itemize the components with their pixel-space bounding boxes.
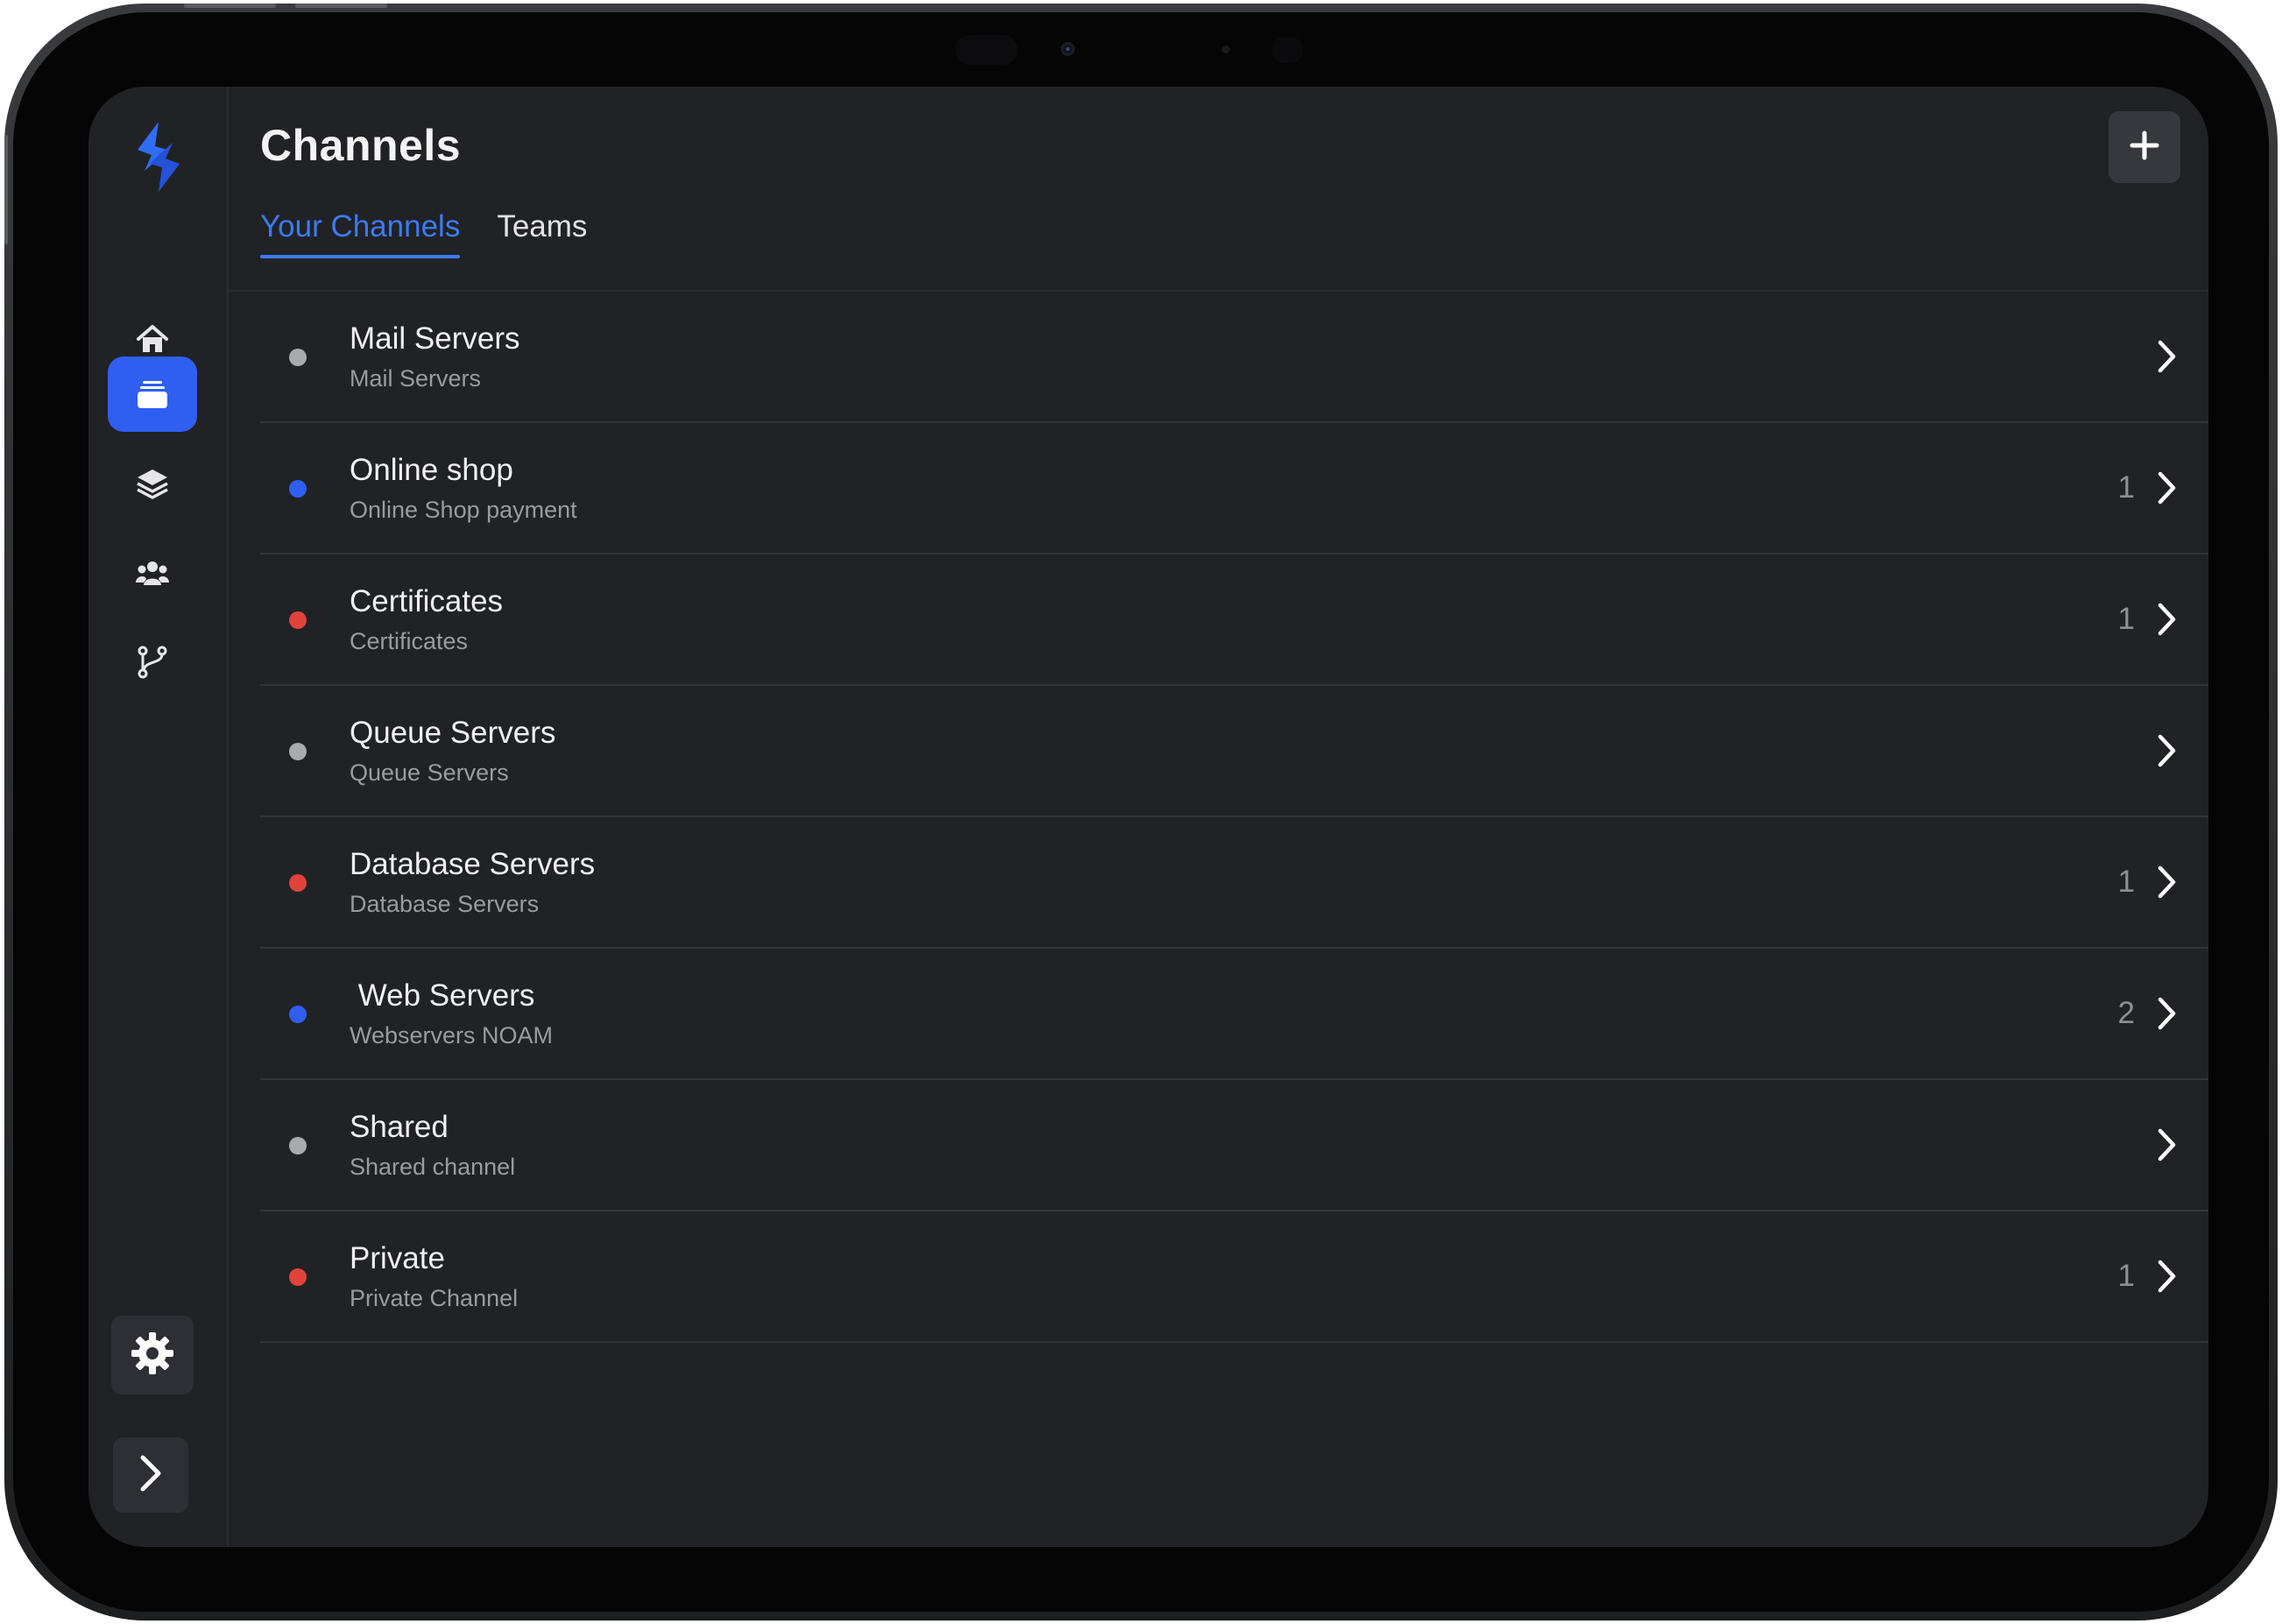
branch-icon xyxy=(135,645,170,680)
sidebar-item-channels[interactable] xyxy=(108,357,197,432)
channel-name: Mail Servers xyxy=(350,321,520,356)
channel-row[interactable]: Queue Servers Queue Servers xyxy=(260,686,2208,817)
home-icon xyxy=(135,322,170,357)
channel-row[interactable]: Mail Servers Mail Servers xyxy=(260,292,2208,423)
channel-name: Shared xyxy=(350,1110,449,1144)
add-channel-button[interactable] xyxy=(2109,111,2180,183)
chevron-right-icon xyxy=(2156,1126,2179,1164)
channel-name: Certificates xyxy=(350,584,504,618)
chevron-right-icon xyxy=(2156,1257,2179,1296)
channel-description: Online Shop payment xyxy=(350,497,577,523)
gear-icon xyxy=(130,1331,175,1380)
users-icon xyxy=(135,555,170,590)
channel-count: 1 xyxy=(2117,865,2135,899)
channel-row[interactable]: Shared Shared channel xyxy=(260,1080,2208,1211)
camera-icon xyxy=(1061,42,1075,56)
channel-row[interactable]: Online shop Online Shop payment 1 xyxy=(260,423,2208,554)
sidebar-item-workflows[interactable] xyxy=(108,625,197,700)
chevron-right-icon xyxy=(2156,337,2179,376)
channel-description: Queue Servers xyxy=(350,759,509,786)
channel-description: Shared channel xyxy=(350,1154,516,1180)
channel-description: Certificates xyxy=(350,628,469,654)
status-dot-icon xyxy=(289,874,307,892)
channel-row[interactable]: Database Servers Database Servers 1 xyxy=(260,817,2208,949)
tablet-frame: Channels Your Channels Teams Mail Server… xyxy=(4,4,2278,1620)
chevron-right-icon xyxy=(2156,863,2179,901)
status-dot-icon xyxy=(289,1268,307,1286)
expand-sidebar-button[interactable] xyxy=(113,1437,188,1513)
channel-count: 1 xyxy=(2117,602,2135,636)
sidebar-item-teams[interactable] xyxy=(108,535,197,611)
channel-description: Private Channel xyxy=(350,1285,519,1311)
top-button xyxy=(184,4,276,8)
layers-icon xyxy=(135,466,170,501)
channel-description: Webservers NOAM xyxy=(350,1022,554,1049)
channel-count: 1 xyxy=(2117,470,2135,505)
status-dot-icon xyxy=(289,349,307,366)
main-content: Channels Your Channels Teams Mail Server… xyxy=(229,87,2208,1547)
channel-row[interactable]: Private Private Channel 1 xyxy=(260,1211,2208,1343)
channel-row[interactable]: Web Servers Webservers NOAM 2 xyxy=(260,949,2208,1080)
channel-description: Database Servers xyxy=(350,891,540,917)
status-dot-icon xyxy=(289,743,307,760)
sensor-dot-icon xyxy=(1222,46,1230,53)
top-button xyxy=(295,4,387,8)
channel-list: Mail Servers Mail Servers Online shop On… xyxy=(260,292,2208,1343)
chevron-right-icon xyxy=(138,1454,164,1497)
channel-name: Database Servers xyxy=(350,847,596,881)
sidebar-item-layers[interactable] xyxy=(108,446,197,521)
channel-count: 1 xyxy=(2117,1259,2135,1293)
settings-button[interactable] xyxy=(111,1316,194,1395)
channel-name: Online shop xyxy=(350,453,513,487)
logo-icon xyxy=(132,120,185,194)
chevron-right-icon xyxy=(2156,731,2179,770)
chevron-right-icon xyxy=(2156,994,2179,1033)
tab-your-channels[interactable]: Your Channels xyxy=(260,209,461,258)
page-title: Channels xyxy=(260,121,462,170)
tab-bar: Your Channels Teams xyxy=(260,209,624,258)
channel-row[interactable]: Certificates Certificates 1 xyxy=(260,554,2208,686)
status-dot-icon xyxy=(289,1137,307,1154)
plus-icon xyxy=(2129,130,2160,166)
channel-count: 2 xyxy=(2117,996,2135,1030)
sensor-icon xyxy=(955,35,1018,65)
status-dot-icon xyxy=(289,1006,307,1023)
side-button xyxy=(4,135,8,244)
chevron-right-icon xyxy=(2156,600,2179,639)
channel-name: Private xyxy=(350,1241,445,1275)
channel-name: Queue Servers xyxy=(350,716,556,750)
inbox-icon xyxy=(135,377,170,412)
sidebar xyxy=(88,87,229,1547)
channel-name: Web Servers xyxy=(350,978,535,1013)
app-screen: Channels Your Channels Teams Mail Server… xyxy=(88,87,2208,1547)
chevron-right-icon xyxy=(2156,469,2179,507)
sensor-icon xyxy=(1272,37,1303,63)
status-dot-icon xyxy=(289,480,307,498)
tab-teams[interactable]: Teams xyxy=(497,209,587,258)
status-dot-icon xyxy=(289,611,307,629)
channel-description: Mail Servers xyxy=(350,365,482,392)
